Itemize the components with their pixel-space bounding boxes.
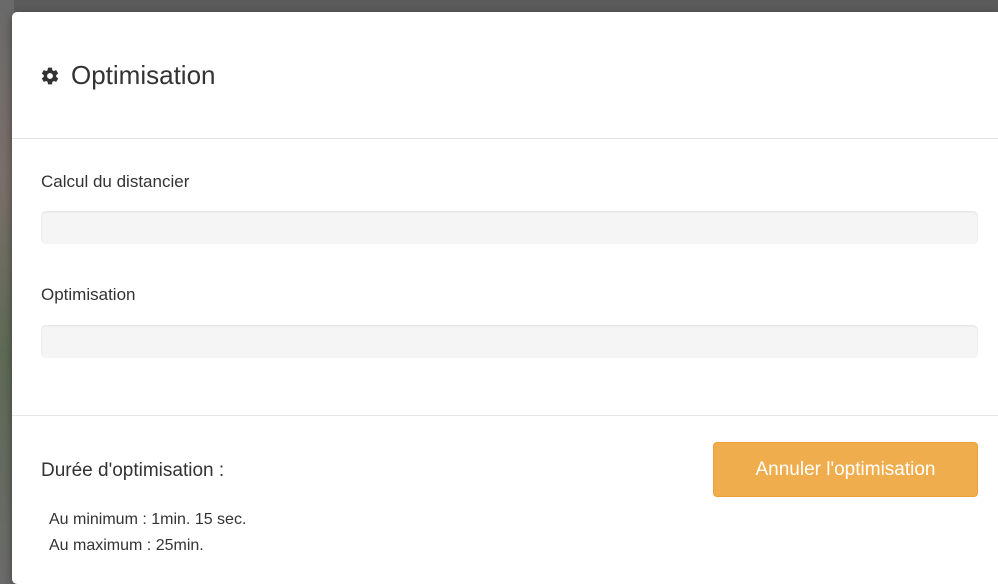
modal-header: Optimisation [12,12,998,139]
duration-minimum: Au minimum : 1min. 15 sec. [49,511,247,528]
modal-body: Calcul du distancier Optimisation [12,139,998,416]
cancel-optimisation-button[interactable]: Annuler l'optimisation [713,442,978,497]
duration-title: Durée d'optimisation : [41,460,225,481]
gear-icon [41,67,59,84]
duration-maximum: Au maximum : 25min. [49,537,204,554]
optimisation-modal: Optimisation Calcul du distancier Optimi… [12,12,998,584]
distance-matrix-progress-bar [41,211,978,244]
distance-matrix-label: Calcul du distancier [41,172,190,191]
optimisation-label: Optimisation [41,285,136,304]
optimisation-progress-bar [41,325,978,358]
modal-title: Optimisation [40,60,216,91]
modal-footer: Durée d'optimisation : Au minimum : 1min… [12,416,998,584]
modal-title-text: Optimisation [71,60,216,90]
